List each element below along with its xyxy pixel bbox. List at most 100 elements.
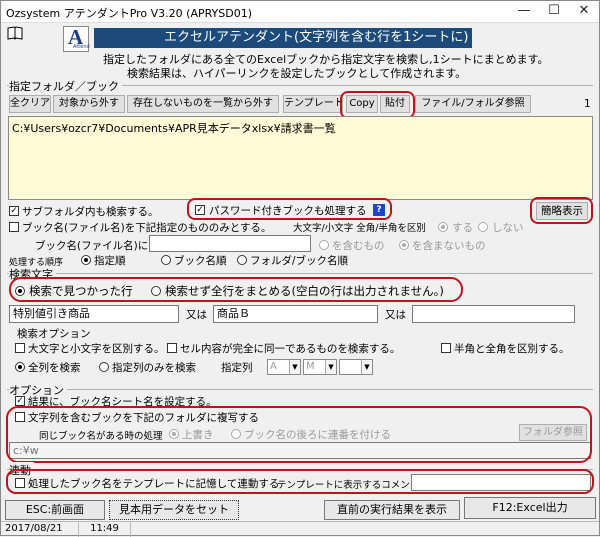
or-label-2: 又は: [385, 309, 406, 321]
paste-button[interactable]: 貼付: [380, 95, 410, 113]
search-subfolders-checkbox[interactable]: ✓: [9, 206, 19, 216]
case-width-yes-radio[interactable]: [438, 222, 448, 232]
search-options-title: 検索オプション: [17, 328, 91, 340]
search-group-border: [7, 273, 593, 274]
case-width-label: 大文字/小文字 全角/半角を区別: [293, 223, 426, 234]
specified-columns-radio[interactable]: [99, 362, 109, 372]
all-columns-radio[interactable]: [15, 362, 25, 372]
book-name-label: ブック名(ファイル名)に: [35, 240, 149, 252]
column-select-2[interactable]: M ▼: [303, 359, 337, 375]
banner-title: エクセルアテンダント(文字列を含む行を1シートに): [94, 28, 472, 48]
status-bar: 2017/08/21 11:49: [1, 521, 599, 537]
app-window: Ozsystem アテンダントPro V3.20 (APRYSD01) — ☐ …: [0, 0, 600, 537]
contains-label: を含むもの: [332, 240, 385, 252]
chevron-down-icon: ▼: [361, 360, 372, 374]
option-group-border: [7, 389, 593, 390]
clear-all-button[interactable]: 全クリア: [9, 95, 51, 113]
case-width-no-radio[interactable]: [478, 222, 488, 232]
found-rows-label: 検索で見つかった行: [29, 284, 133, 298]
remember-template-label: 処理したブック名をテンプレートに記憶して連動する: [28, 478, 280, 490]
remove-from-target-button[interactable]: 対象から外す: [53, 95, 125, 113]
item-count: 1: [584, 98, 591, 110]
append-number-label: ブック名の後ろに連番を付ける: [244, 429, 391, 441]
link-group-border: [7, 469, 593, 470]
exact-match-label: セル内容が完全に同一であるものを検索する。: [180, 343, 401, 355]
case-width-yes-label: する: [452, 222, 473, 234]
same-name-label: 同じブック名がある時の処理: [39, 431, 163, 442]
status-empty: [131, 522, 599, 537]
status-date: 2017/08/21: [1, 522, 79, 537]
folder-group-title: 指定フォルダ／ブック: [9, 78, 122, 94]
column-select-3[interactable]: ▼: [339, 359, 373, 375]
book-name-filter-label: ブック名(ファイル名)を下記指定のもののみとする。: [22, 222, 272, 234]
minimize-button[interactable]: —: [509, 1, 539, 23]
logo-subtext: Attend: [73, 44, 90, 50]
chevron-down-icon: ▼: [325, 360, 336, 374]
search-term-1-input[interactable]: 特別値引き商品: [9, 305, 179, 323]
all-rows-radio[interactable]: [151, 286, 161, 296]
book-name-input[interactable]: [149, 235, 311, 252]
sample-data-button[interactable]: 見本用データをセット: [109, 500, 239, 520]
append-number-radio[interactable]: [231, 429, 241, 439]
esc-button[interactable]: ESC:前画面: [5, 500, 105, 520]
overwrite-radio[interactable]: [169, 429, 179, 439]
last-result-button[interactable]: 直前の実行結果を表示: [324, 500, 460, 520]
all-columns-label: 全列を検索: [28, 362, 81, 374]
found-rows-radio[interactable]: [15, 286, 25, 296]
search-term-2-input[interactable]: 商品Ｂ: [213, 305, 378, 323]
chevron-down-icon: ▼: [289, 360, 300, 374]
order-specified-label: 指定順: [94, 255, 126, 267]
column-select-1-value: A: [270, 361, 277, 372]
folder-list[interactable]: C:¥Users¥ozcr7¥Documents¥APR見本データxlsx¥請求…: [8, 116, 593, 200]
width-sensitive-label: 半角と全角を区別する。: [454, 343, 570, 355]
overwrite-label: 上書き: [182, 429, 214, 441]
exact-match-checkbox[interactable]: [167, 343, 177, 353]
book-sheet-name-label: 結果に、ブック名シート名を設定する。: [28, 396, 217, 408]
browse-file-folder-button[interactable]: ファイル/フォルダ参照: [415, 95, 531, 113]
copy-books-label: 文字列を含むブックを下記のフォルダに複写する: [28, 412, 259, 424]
case-width-no-label: しない: [492, 222, 524, 234]
all-rows-label: 検索せず全行をまとめる(空白の行は出力されません。): [165, 284, 444, 298]
case-sensitive-label: 大文字と小文字を区別する。: [28, 343, 165, 355]
title-bar: Ozsystem アテンダントPro V3.20 (APRYSD01) — ☐ …: [1, 1, 599, 23]
excel-output-button[interactable]: F12:Excel出力: [464, 497, 596, 519]
book-sheet-name-checkbox[interactable]: ✓: [15, 396, 25, 406]
width-sensitive-checkbox[interactable]: [441, 343, 451, 353]
order-folder-book-label: フォルダ/ブック名順: [250, 255, 349, 267]
not-contains-radio[interactable]: [399, 240, 409, 250]
order-specified-radio[interactable]: [81, 255, 91, 265]
order-folder-book-radio[interactable]: [237, 255, 247, 265]
password-books-checkbox[interactable]: ✓: [195, 205, 205, 215]
maximize-button[interactable]: ☐: [539, 1, 569, 23]
help-icon[interactable]: ?: [373, 204, 385, 216]
window-title: Ozsystem アテンダントPro V3.20 (APRYSD01): [6, 7, 253, 20]
template-comment-input[interactable]: [411, 474, 591, 491]
copy-button[interactable]: Copy: [346, 95, 378, 113]
column-label: 指定列: [221, 362, 253, 374]
simple-view-button[interactable]: 簡略表示: [536, 202, 588, 220]
folder-list-item[interactable]: C:¥Users¥ozcr7¥Documents¥APR見本データxlsx¥請求…: [12, 120, 336, 136]
close-button[interactable]: ✕: [569, 1, 599, 23]
folder-browse-button[interactable]: フォルダ参照: [519, 424, 587, 441]
search-term-3-input[interactable]: [412, 305, 575, 323]
specified-columns-label: 指定列のみを検索: [112, 362, 196, 374]
case-sensitive-checkbox[interactable]: [15, 343, 25, 353]
book-name-filter-checkbox[interactable]: [9, 222, 19, 232]
copy-books-checkbox[interactable]: [15, 412, 25, 422]
search-group-title: 検索文字: [9, 266, 56, 282]
template-button[interactable]: テンプレート: [283, 95, 344, 113]
or-label-1: 又は: [186, 309, 207, 321]
search-subfolders-label: サブフォルダ内も検索する。: [22, 206, 159, 218]
not-contains-label: を含まないもの: [412, 240, 486, 252]
contains-radio[interactable]: [319, 240, 329, 250]
template-comment-label: テンプレートに表示するコメント: [277, 480, 420, 491]
password-books-label: パスワード付きブックも処理する: [209, 205, 367, 217]
book-icon[interactable]: [7, 26, 23, 40]
order-book-radio[interactable]: [161, 255, 171, 265]
status-time: 11:49: [79, 522, 131, 537]
remove-missing-button[interactable]: 存在しないものを一覧から外す: [127, 95, 279, 113]
remember-template-checkbox[interactable]: [15, 478, 25, 488]
column-select-1[interactable]: A ▼: [267, 359, 301, 375]
copy-folder-input[interactable]: c:¥w: [9, 442, 591, 459]
app-logo: A Attend: [63, 25, 90, 52]
